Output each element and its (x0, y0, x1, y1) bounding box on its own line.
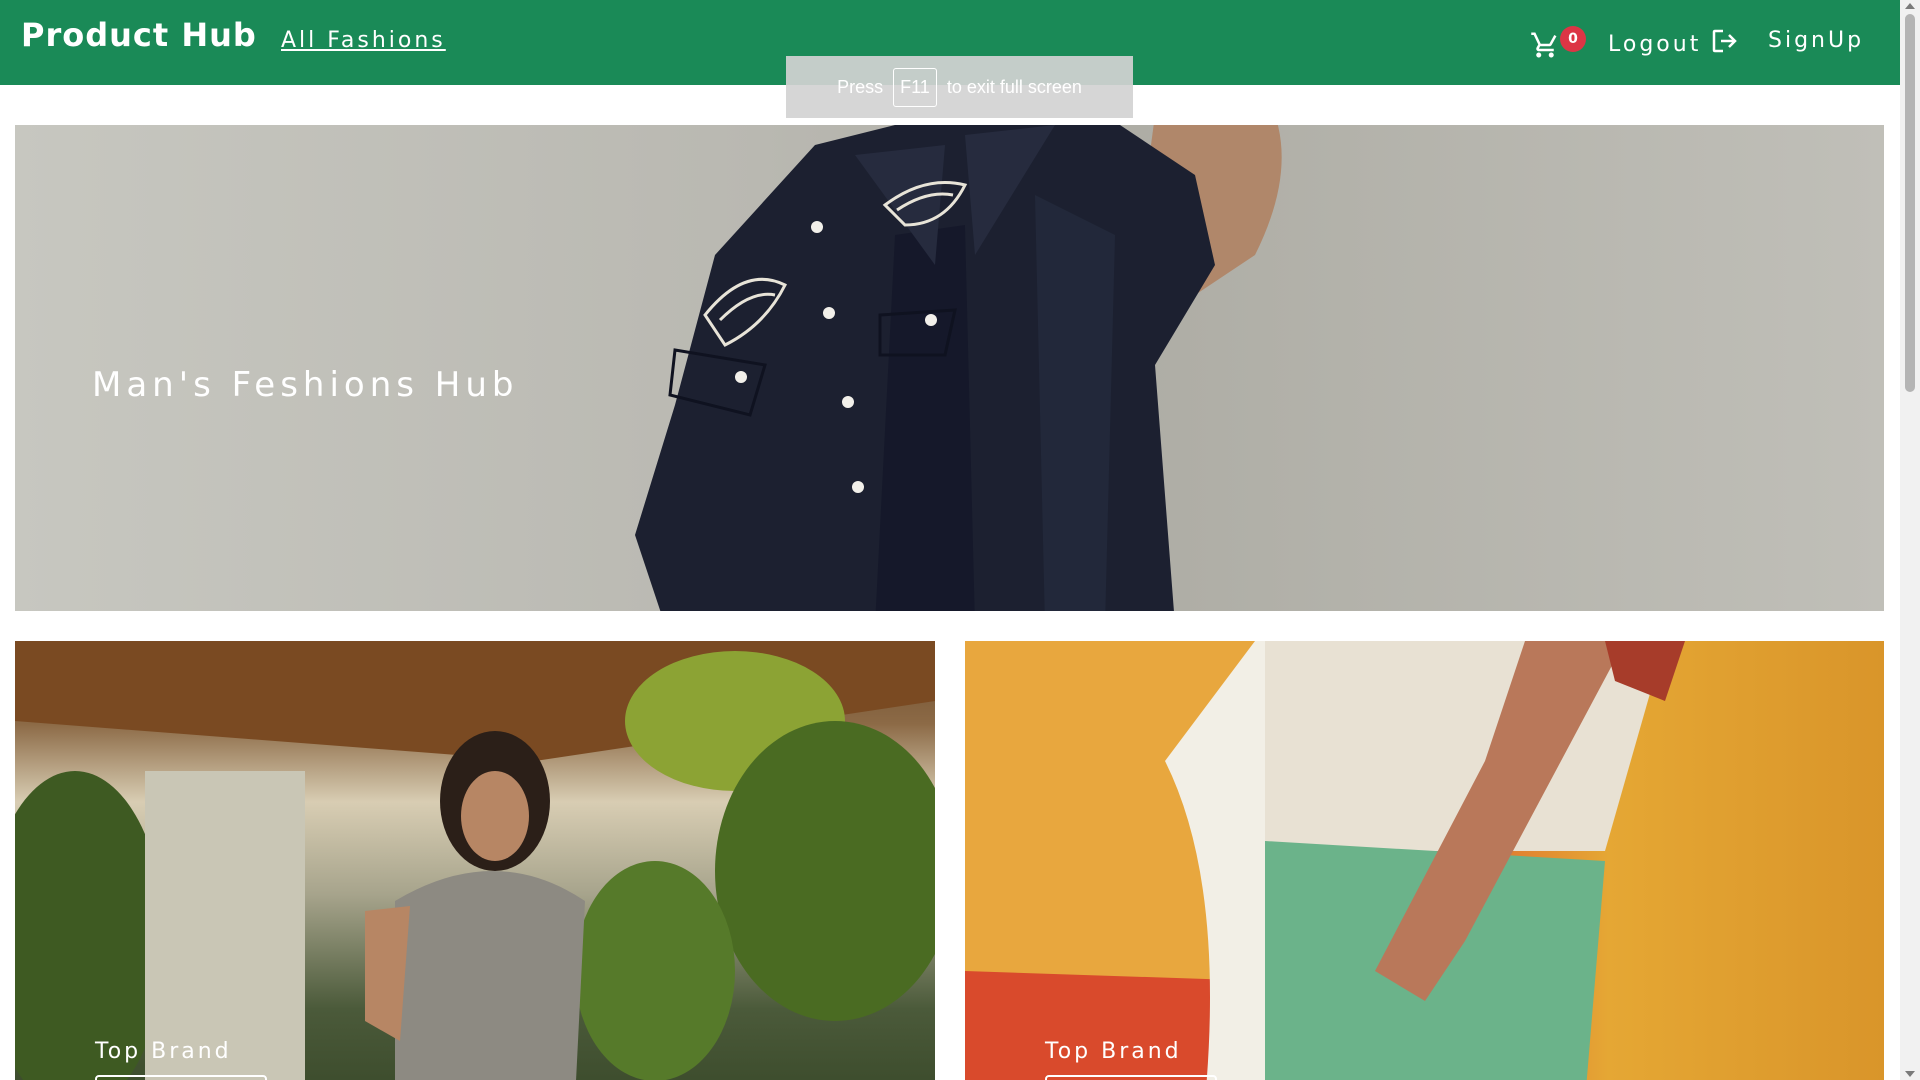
card-label: Top Brand (1045, 1039, 1182, 1064)
fullscreen-key: F11 (893, 67, 937, 107)
brand-card[interactable]: Top Brand (15, 641, 935, 1080)
fullscreen-notice-suffix: to exit full screen (946, 76, 1082, 97)
fullscreen-notice: Press F11 to exit full screen (786, 56, 1133, 118)
page: Product Hub All Fashions 0 Logout SignUp… (0, 0, 1900, 1080)
scroll-down-arrow-icon[interactable] (1905, 1071, 1915, 1077)
shopping-cart-icon (1531, 32, 1557, 58)
scroll-up-arrow-icon[interactable] (1905, 3, 1915, 9)
card-image (15, 641, 935, 1080)
page-scrollbar[interactable] (1900, 0, 1920, 1080)
hero-banner: Man's Feshions Hub (15, 125, 1884, 611)
logout-button[interactable]: Logout (1608, 28, 1739, 60)
signup-link[interactable]: SignUp (1768, 28, 1864, 53)
card-shop-button[interactable] (1045, 1075, 1217, 1080)
cart-button[interactable]: 0 (1530, 26, 1586, 62)
hero-image (635, 125, 1282, 611)
brand-card[interactable]: Top Brand (965, 641, 1884, 1080)
fullscreen-notice-prefix: Press (837, 76, 884, 97)
logout-arrow-icon (1711, 28, 1739, 60)
scroll-thumb[interactable] (1905, 14, 1915, 392)
all-fashions-link[interactable]: All Fashions (281, 28, 446, 53)
card-image (965, 641, 1685, 1080)
hero-title: Man's Feshions Hub (92, 365, 519, 405)
logout-label: Logout (1608, 31, 1702, 57)
cart-count-badge: 0 (1560, 26, 1586, 52)
card-shop-button[interactable] (95, 1075, 267, 1080)
card-label: Top Brand (95, 1039, 232, 1064)
brand-logo[interactable]: Product Hub (21, 16, 257, 54)
